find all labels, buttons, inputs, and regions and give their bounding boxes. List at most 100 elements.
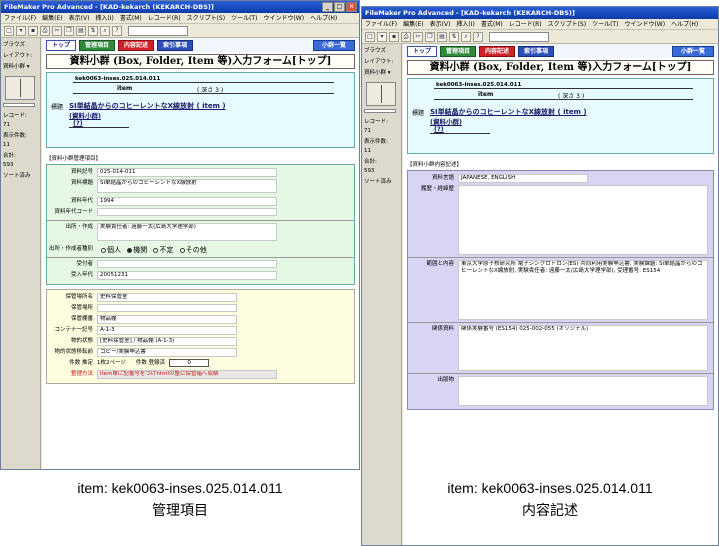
field-input[interactable] xyxy=(458,376,708,406)
open-icon[interactable]: ▾ xyxy=(377,31,387,42)
cut-icon[interactable]: ✂ xyxy=(52,25,62,36)
menu-records[interactable]: レコード(R) xyxy=(148,13,181,23)
field-input[interactable]: 物品棚 xyxy=(97,315,237,324)
menu-scripts[interactable]: スクリプト(S) xyxy=(548,19,587,29)
record-slider[interactable] xyxy=(3,103,35,107)
copy-icon[interactable]: ❐ xyxy=(425,31,435,42)
find-icon[interactable]: ⌕ xyxy=(461,31,471,42)
mode-label[interactable]: ブラウズ xyxy=(364,46,399,54)
sort-icon[interactable]: ⇅ xyxy=(88,25,98,36)
open-icon[interactable]: ▾ xyxy=(16,25,26,36)
total-number: 593 xyxy=(3,162,14,168)
total-label: 合計: xyxy=(3,153,16,159)
radio-individual[interactable] xyxy=(101,247,106,253)
new-icon[interactable]: □ xyxy=(4,25,14,36)
help-icon[interactable]: ? xyxy=(473,31,483,42)
menu-edit[interactable]: 編集(E) xyxy=(42,13,62,23)
nav-index-button[interactable]: 索引事項 xyxy=(518,45,555,57)
menu-tools[interactable]: ツール(T) xyxy=(231,13,257,23)
menu-help[interactable]: ヘルプ(H) xyxy=(310,13,337,23)
unknown-link[interactable]: (?) xyxy=(434,125,444,133)
close-button[interactable]: × xyxy=(346,2,357,12)
radio-other[interactable] xyxy=(179,247,185,253)
nav-index-button[interactable]: 索引事項 xyxy=(157,39,194,51)
search-input[interactable] xyxy=(489,31,549,42)
nav-list-button[interactable]: 小群一覧 xyxy=(312,39,355,51)
section-label: 【資料小群管理項目】 xyxy=(46,156,102,162)
find-icon[interactable]: ⌕ xyxy=(100,25,110,36)
field-input[interactable] xyxy=(97,304,237,312)
radio-unknown[interactable] xyxy=(153,247,159,253)
layout-select[interactable]: 資料小群 ▾ xyxy=(364,68,399,76)
sort-icon[interactable]: ⇅ xyxy=(449,31,459,42)
menu-view[interactable]: 表示(V) xyxy=(69,13,90,23)
field-input[interactable]: 実験責任者: 遠藤一太(広島大学理学部) xyxy=(97,223,277,241)
menu-insert[interactable]: 挿入(I) xyxy=(456,19,474,29)
field-input[interactable] xyxy=(458,185,708,255)
nav-admin-button[interactable]: 管理項目 xyxy=(440,45,477,57)
nav-top-button[interactable]: トップ xyxy=(46,39,77,51)
menu-format[interactable]: 書式(M) xyxy=(120,13,142,23)
record-slider[interactable] xyxy=(364,109,396,113)
paste-icon[interactable]: ▤ xyxy=(437,31,447,42)
layout-select[interactable]: 資料小群 ▾ xyxy=(3,62,38,70)
nav-admin-button[interactable]: 管理項目 xyxy=(79,39,116,51)
menu-tools[interactable]: ツール(T) xyxy=(592,19,618,29)
minimize-button[interactable]: _ xyxy=(322,2,333,12)
status-panel: ブラウズ レイアウト: 資料小群 ▾ レコード: 71 表示件数: 11 合計:… xyxy=(362,44,402,545)
field-input[interactable]: コピー/実験申込書 xyxy=(97,348,237,357)
radio-organization[interactable] xyxy=(127,247,133,253)
menu-file[interactable]: ファイル(F) xyxy=(4,13,36,23)
field-input[interactable]: 20051231 xyxy=(97,271,277,280)
cut-icon[interactable]: ✂ xyxy=(413,31,423,42)
menu-format[interactable]: 書式(M) xyxy=(481,19,503,29)
layout-label: レイアウト: xyxy=(364,59,394,65)
paste-icon[interactable]: ▤ xyxy=(76,25,86,36)
save-icon[interactable]: ▪ xyxy=(389,31,399,42)
book-icon[interactable] xyxy=(5,76,35,100)
field-input[interactable] xyxy=(97,260,277,268)
field-input[interactable]: Si単結晶からのコヒーレントなX線放射 xyxy=(97,179,277,193)
divider xyxy=(47,220,354,221)
form-title: 資料小群 (Box, Folder, Item 等)入力フォーム[トップ] xyxy=(407,60,714,75)
field-input[interactable]: 025-014-011 xyxy=(97,168,277,177)
field-input[interactable]: 関係実験番号 (ES154) 025-002-055 (オリジナル) xyxy=(458,325,708,371)
nav-top-button[interactable]: トップ xyxy=(407,45,438,57)
field-input[interactable]: 史料保管室 xyxy=(97,293,237,302)
menu-help[interactable]: ヘルプ(H) xyxy=(671,19,698,29)
mode-label[interactable]: ブラウズ xyxy=(3,40,38,48)
menu-scripts[interactable]: スクリプト(S) xyxy=(187,13,226,23)
help-icon[interactable]: ? xyxy=(112,25,122,36)
field-input[interactable]: item単に記番号をつけhtmlの整に保管箱へ収納 xyxy=(97,370,277,379)
print-icon[interactable]: ⎙ xyxy=(40,25,50,36)
item-type: item xyxy=(117,85,133,92)
menu-window[interactable]: ウインドウ(W) xyxy=(263,13,304,23)
field-input[interactable]: JAPANESE, ENGLISH xyxy=(458,174,588,183)
unknown-link[interactable]: (?) xyxy=(73,119,83,127)
menu-file[interactable]: ファイル(F) xyxy=(365,19,397,29)
book-icon[interactable] xyxy=(366,82,396,106)
field-input[interactable]: 東京大学原子核研究所 電子シンクロトロン(ES) 共同利用実験申込書: 実験課題… xyxy=(458,260,708,320)
menu-insert[interactable]: 挿入(I) xyxy=(95,13,113,23)
nav-content-button[interactable]: 内容記述 xyxy=(118,39,155,51)
copy-icon[interactable]: ❐ xyxy=(64,25,74,36)
nav-content-button[interactable]: 内容記述 xyxy=(479,45,516,57)
menu-records[interactable]: レコード(R) xyxy=(509,19,542,29)
menu-edit[interactable]: 編集(E) xyxy=(403,19,423,29)
field-label: 資料記号 xyxy=(70,169,93,175)
menu-window[interactable]: ウインドウ(W) xyxy=(624,19,665,29)
maximize-button[interactable]: □ xyxy=(334,2,345,12)
nav-list-button[interactable]: 小群一覧 xyxy=(671,45,714,57)
field-input[interactable]: 1994 xyxy=(97,197,277,206)
print-icon[interactable]: ⎙ xyxy=(401,31,411,42)
search-input[interactable] xyxy=(128,25,188,36)
save-icon[interactable]: ▪ xyxy=(28,25,38,36)
status-panel: ブラウズ レイアウト: 資料小群 ▾ レコード: 71 表示件数: 11 合計:… xyxy=(1,38,41,469)
divider xyxy=(434,99,693,100)
count-input[interactable]: 0 xyxy=(169,359,210,367)
field-input[interactable]: A-1-3 xyxy=(97,326,237,335)
new-icon[interactable]: □ xyxy=(365,31,375,42)
field-input[interactable]: [史料保管室] / 物品棚 (A-1-3) xyxy=(97,337,237,346)
menu-view[interactable]: 表示(V) xyxy=(430,19,451,29)
field-input[interactable] xyxy=(97,208,277,216)
